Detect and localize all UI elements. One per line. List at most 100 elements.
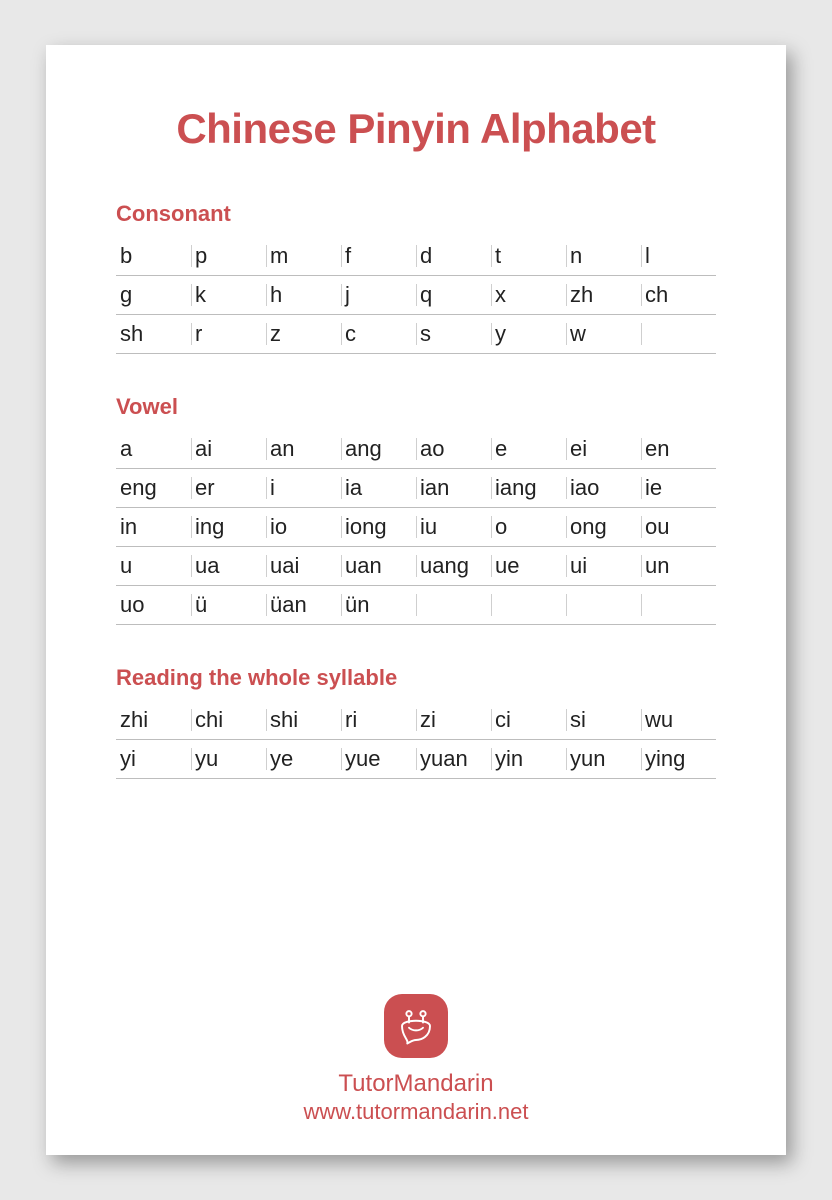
table-cell: yue [341,740,416,779]
table-cell: g [116,276,191,315]
table-row: uuauaiuanuangueuiun [116,547,716,586]
consonant-table: bpmfdtnlgkhjqxzhchshrzcsyw [116,237,716,354]
table-cell: ou [641,508,716,547]
table-cell: uang [416,547,491,586]
table-cell [491,586,566,625]
table-cell: un [641,547,716,586]
table-row: gkhjqxzhch [116,276,716,315]
table-cell: l [641,237,716,276]
vowel-table: aaianangaoeeienengeriiaianiangiaoieining… [116,430,716,625]
table-cell: j [341,276,416,315]
table-cell: an [266,430,341,469]
table-cell: z [266,315,341,354]
table-cell: d [416,237,491,276]
table-cell: zh [566,276,641,315]
table-cell: m [266,237,341,276]
table-row: uoüüanün [116,586,716,625]
table-cell: iong [341,508,416,547]
table-cell: iao [566,469,641,508]
table-cell [641,586,716,625]
table-cell: p [191,237,266,276]
table-cell: shi [266,701,341,740]
table-cell: zi [416,701,491,740]
table-cell: n [566,237,641,276]
brand-logo-icon [384,994,448,1058]
table-cell: ei [566,430,641,469]
table-cell: iang [491,469,566,508]
table-cell: in [116,508,191,547]
table-cell: ui [566,547,641,586]
table-cell: en [641,430,716,469]
table-cell [566,586,641,625]
section-heading: Consonant [116,201,716,227]
document-page: Chinese Pinyin Alphabet Consonant bpmfdt… [46,45,786,1155]
page-title: Chinese Pinyin Alphabet [116,105,716,153]
table-cell: yin [491,740,566,779]
table-cell: ue [491,547,566,586]
table-cell: b [116,237,191,276]
table-cell: uo [116,586,191,625]
table-row: yiyuyeyueyuanyinyunying [116,740,716,779]
table-cell: x [491,276,566,315]
table-cell: f [341,237,416,276]
table-cell: i [266,469,341,508]
section-consonant: Consonant bpmfdtnlgkhjqxzhchshrzcsyw [116,201,716,354]
table-cell: chi [191,701,266,740]
table-cell: k [191,276,266,315]
table-cell: q [416,276,491,315]
table-cell: ao [416,430,491,469]
table-cell: ian [416,469,491,508]
table-cell: wu [641,701,716,740]
table-row: bpmfdtnl [116,237,716,276]
table-cell: a [116,430,191,469]
table-cell: o [491,508,566,547]
table-row: shrzcsyw [116,315,716,354]
table-cell: uan [341,547,416,586]
table-cell: yuan [416,740,491,779]
brand-url: www.tutormandarin.net [46,1099,786,1125]
table-cell: ying [641,740,716,779]
table-cell: ch [641,276,716,315]
table-cell: yi [116,740,191,779]
table-cell: ci [491,701,566,740]
table-cell: r [191,315,266,354]
table-cell: yu [191,740,266,779]
table-cell: w [566,315,641,354]
table-cell: io [266,508,341,547]
table-cell: uai [266,547,341,586]
table-cell: t [491,237,566,276]
table-row: engeriiaianiangiaoie [116,469,716,508]
table-cell: üan [266,586,341,625]
table-cell: c [341,315,416,354]
table-cell: ri [341,701,416,740]
footer: TutorMandarin www.tutormandarin.net [46,994,786,1125]
table-cell: s [416,315,491,354]
table-cell: ia [341,469,416,508]
table-cell: ang [341,430,416,469]
table-cell: e [491,430,566,469]
table-cell: eng [116,469,191,508]
table-row: iningioiongiuoongou [116,508,716,547]
table-cell: ong [566,508,641,547]
table-cell: er [191,469,266,508]
table-cell: iu [416,508,491,547]
table-cell: ai [191,430,266,469]
table-cell: yun [566,740,641,779]
table-row: zhichishirizicisiwu [116,701,716,740]
syllable-table: zhichishirizicisiwuyiyuyeyueyuanyinyunyi… [116,701,716,779]
table-cell: ing [191,508,266,547]
brand-name: TutorMandarin [46,1068,786,1099]
table-cell [641,315,716,354]
section-heading: Vowel [116,394,716,420]
table-cell: sh [116,315,191,354]
table-cell: ü [191,586,266,625]
section-heading: Reading the whole syllable [116,665,716,691]
table-row: aaianangaoeeien [116,430,716,469]
table-cell: zhi [116,701,191,740]
table-cell: y [491,315,566,354]
table-cell: ye [266,740,341,779]
table-cell: si [566,701,641,740]
table-cell: ün [341,586,416,625]
table-cell: u [116,547,191,586]
table-cell: ie [641,469,716,508]
